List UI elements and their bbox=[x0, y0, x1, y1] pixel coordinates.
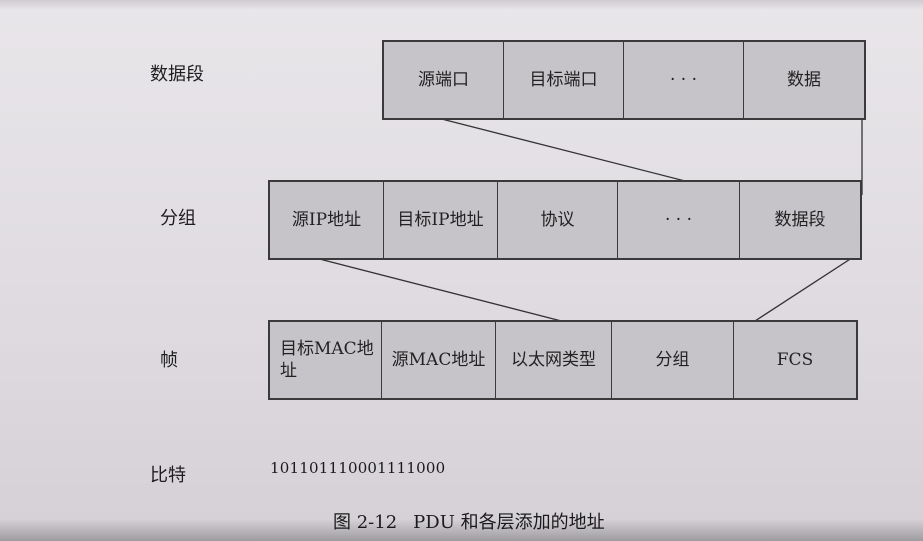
bits-label: 比特 bbox=[150, 465, 186, 486]
segment-label: 数据段 bbox=[150, 64, 204, 85]
bit-string: 101101110001111000 bbox=[270, 459, 446, 477]
packet-field: 目标IP地址 bbox=[384, 182, 498, 258]
packet-field: 数据段 bbox=[774, 210, 826, 230]
page-shadow bbox=[0, 519, 923, 541]
segment-field: 源端口 bbox=[384, 42, 504, 118]
frame-field: 以太网类型 bbox=[496, 322, 612, 398]
frame-field: 目标MAC地址 bbox=[270, 322, 382, 398]
frame-field: FCS bbox=[776, 350, 814, 370]
frame-row: 目标MAC地址 源MAC地址 以太网类型 分组 FCS bbox=[268, 320, 858, 400]
packet-field: 协议 bbox=[498, 182, 618, 258]
segment-field: · · · bbox=[624, 42, 744, 118]
segment-field: 目标端口 bbox=[504, 42, 624, 118]
segment-field: 数据 bbox=[787, 70, 821, 90]
packet-field: · · · bbox=[618, 182, 740, 258]
segment-row: 源端口 目标端口 · · · 数据 bbox=[382, 40, 866, 120]
frame-field: 分组 bbox=[612, 322, 734, 398]
packet-field: 源IP地址 bbox=[270, 182, 384, 258]
packet-label: 分组 bbox=[160, 208, 196, 229]
frame-label: 帧 bbox=[160, 350, 178, 371]
frame-field: 源MAC地址 bbox=[382, 322, 496, 398]
packet-row: 源IP地址 目标IP地址 协议 · · · 数据段 bbox=[268, 180, 862, 260]
